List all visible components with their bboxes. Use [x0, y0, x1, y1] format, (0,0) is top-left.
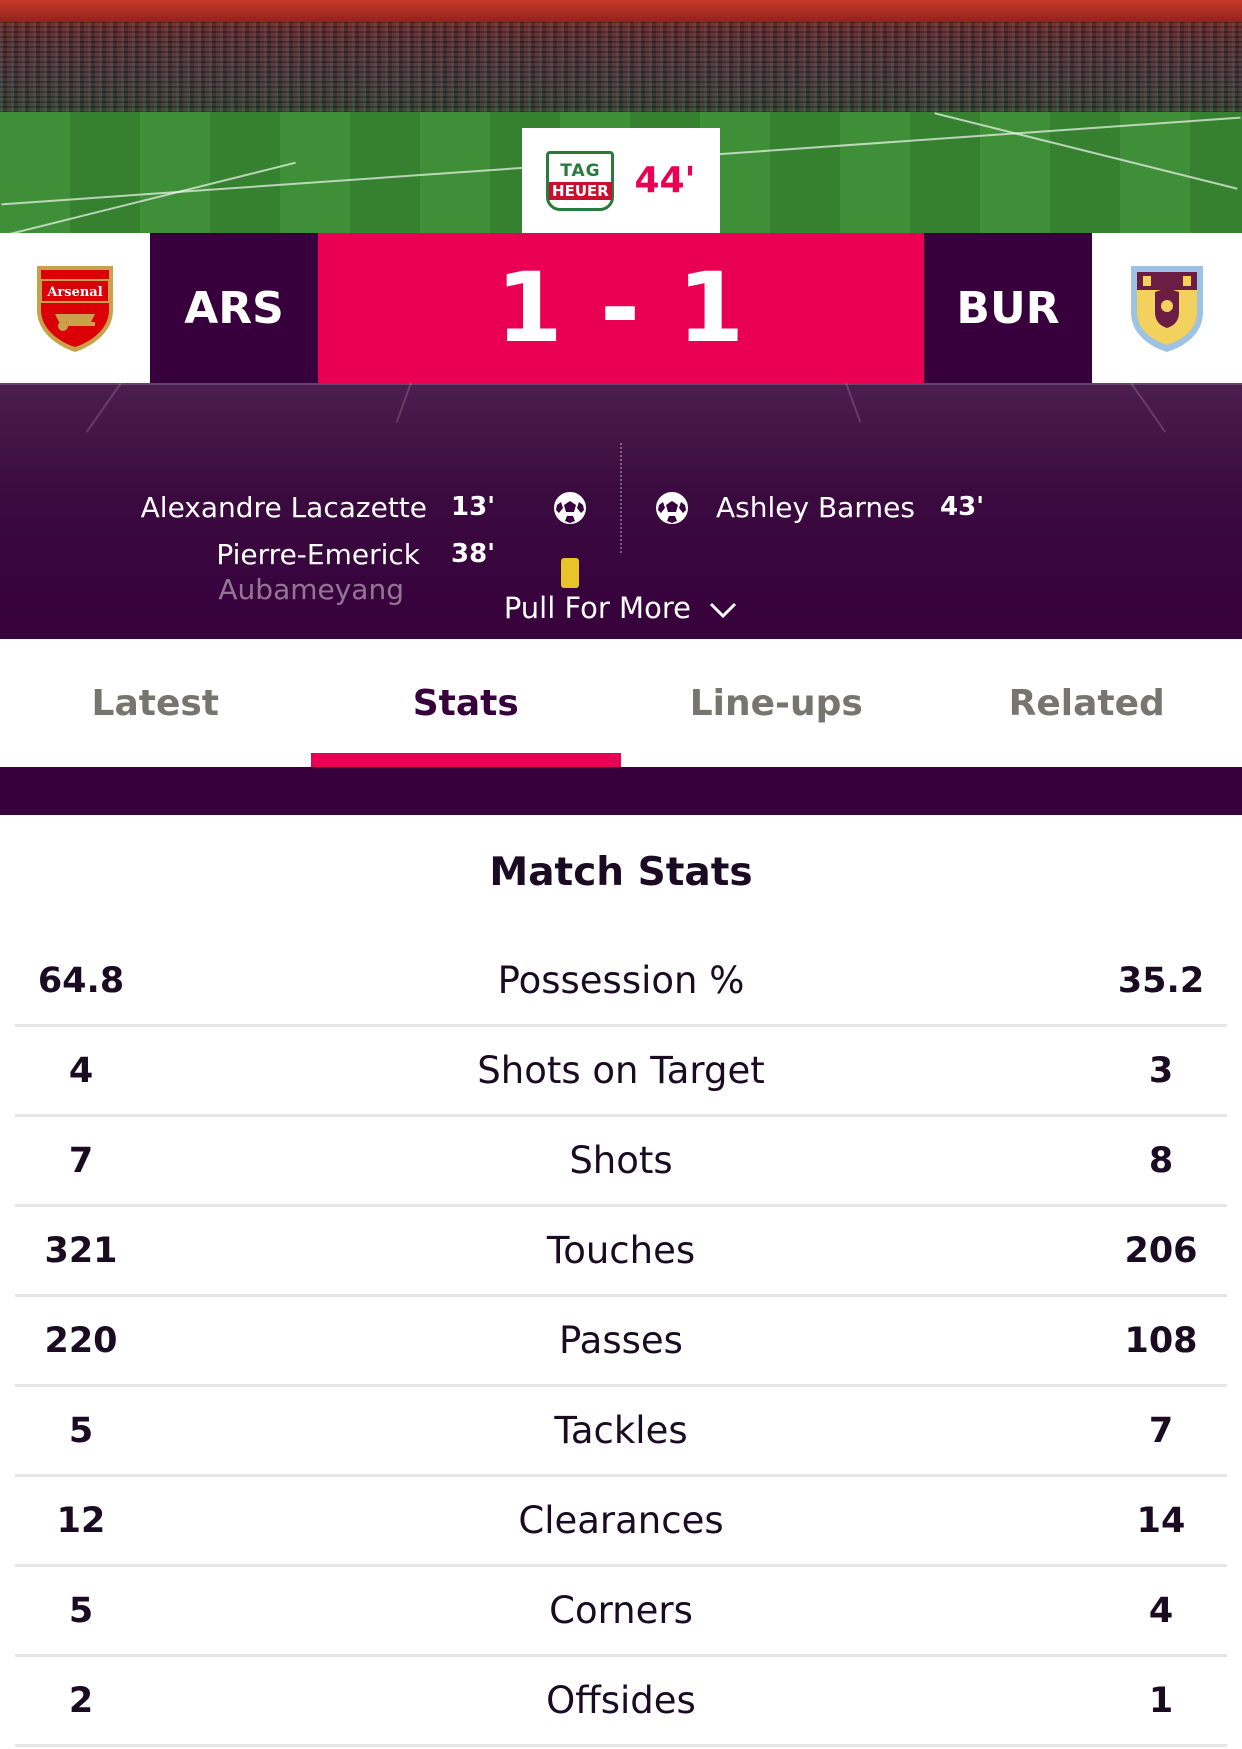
home-goal-minute-2: 38'	[451, 539, 496, 569]
active-tab-indicator	[310, 753, 621, 767]
stat-row: 4 Shots on Target 3	[15, 1027, 1227, 1117]
stat-row: 5 Corners 4	[15, 1567, 1227, 1657]
yellow-card-icon	[561, 558, 579, 588]
stat-row: 2 Offsides 1	[15, 1657, 1227, 1747]
away-team-abbr[interactable]: BUR	[924, 233, 1092, 383]
match-score: 1 - 1	[318, 233, 924, 383]
home-team-abbr[interactable]: ARS	[150, 233, 318, 383]
stat-row: 220 Passes 108	[15, 1297, 1227, 1387]
home-scorer-2: Pierre-Emerick	[216, 538, 420, 571]
stat-row: 321 Touches 206	[15, 1207, 1227, 1297]
home-scorer-1: Alexandre Lacazette	[140, 491, 427, 524]
scorer-divider	[620, 443, 622, 553]
stats-table: 64.8 Possession % 35.2 4 Shots on Target 3 7…	[15, 937, 1227, 1747]
away-crest[interactable]	[1092, 233, 1242, 383]
scoreboard: Arsenal ARS 1 - 1 BUR	[0, 233, 1242, 383]
tag-heuer-logo: TAG HEUER	[546, 150, 615, 211]
away-scorer-1: Ashley Barnes	[716, 491, 915, 524]
stat-row: 5 Tackles 7	[15, 1387, 1227, 1477]
stat-row: 7 Shots 8	[15, 1117, 1227, 1207]
stat-row: 64.8 Possession % 35.2	[15, 937, 1227, 1027]
arsenal-crest: Arsenal	[37, 266, 113, 352]
home-goal-minute-1: 13'	[451, 492, 496, 522]
football-icon	[554, 492, 586, 524]
burnley-crest	[1131, 266, 1203, 352]
chevron-down-icon	[710, 602, 737, 619]
match-tabs: Latest Stats Line-ups Related	[0, 639, 1242, 767]
away-goal-minute-1: 43'	[940, 492, 985, 522]
svg-text:Arsenal: Arsenal	[46, 285, 102, 300]
tab-latest[interactable]: Latest	[0, 639, 311, 767]
tab-stats[interactable]: Stats	[310, 639, 621, 767]
tab-line-ups[interactable]: Line-ups	[621, 639, 932, 767]
stats-title: Match Stats	[489, 850, 753, 895]
home-crest[interactable]: Arsenal	[0, 233, 150, 383]
stadium-header-image: TAG HEUER 44'	[0, 0, 1242, 233]
tab-related[interactable]: Related	[932, 639, 1242, 767]
pull-for-more[interactable]: Pull For More	[0, 591, 1242, 625]
football-icon	[656, 492, 688, 524]
match-clock: TAG HEUER 44'	[522, 128, 720, 233]
stat-row: 12 Clearances 14	[15, 1477, 1227, 1567]
match-minute: 44'	[634, 160, 696, 201]
tabs-bottom-band	[0, 767, 1242, 815]
goal-events-panel[interactable]: Alexandre Lacazette 13' Pierre-Emerick 3…	[0, 383, 1242, 639]
